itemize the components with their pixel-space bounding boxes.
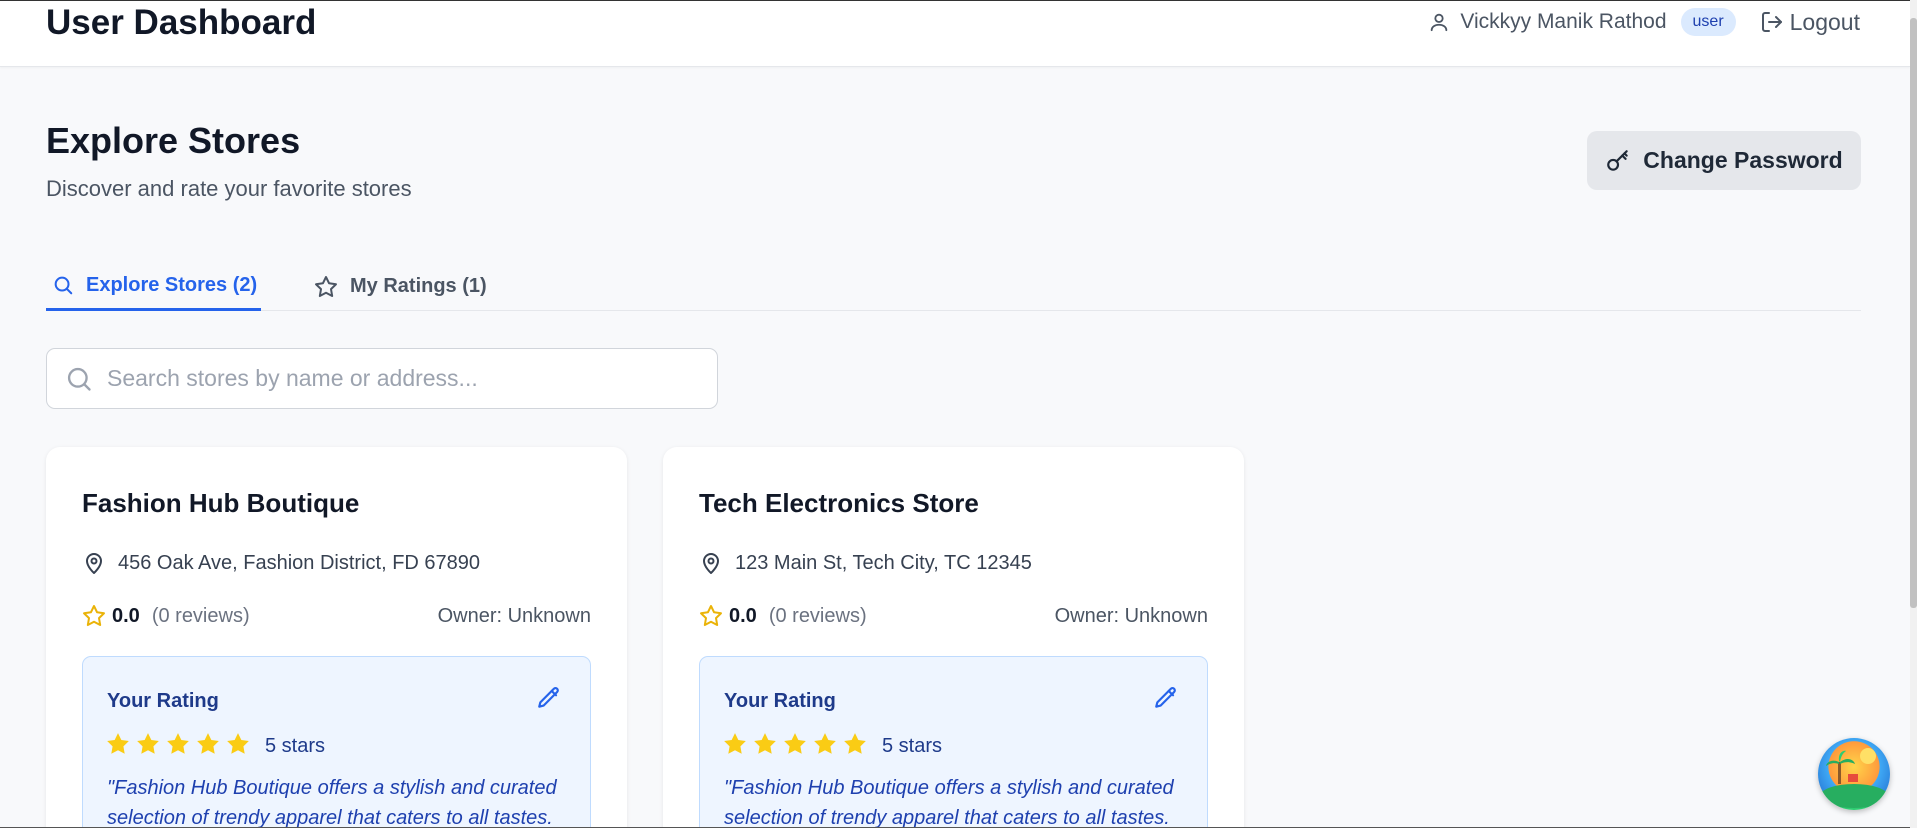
logout-button[interactable]: Logout	[1760, 9, 1860, 36]
search-icon	[52, 274, 74, 296]
map-pin-icon	[82, 551, 106, 575]
star-filled-icon	[225, 731, 251, 762]
tab-ratings-label: My Ratings (1)	[350, 275, 487, 297]
logout-icon	[1760, 10, 1784, 34]
your-rating-box: Your Rating 5 stars "Fashion Hub Boutiqu…	[699, 656, 1208, 828]
tab-explore-stores[interactable]: Explore Stores (2)	[46, 262, 261, 311]
average-rating-row: 0.0 (0 reviews) Owner: Unknown	[699, 604, 1208, 628]
pencil-icon	[1153, 685, 1179, 711]
store-card[interactable]: Fashion Hub Boutique 456 Oak Ave, Fashio…	[46, 447, 627, 828]
store-address: 123 Main St, Tech City, TC 12345	[699, 551, 1032, 575]
tab-explore-label: Explore Stores (2)	[86, 273, 258, 296]
your-rating-label: Your Rating	[107, 690, 219, 712]
change-password-button[interactable]: Change Password	[1587, 131, 1861, 190]
your-rating-box: Your Rating 5 stars "Fashion Hub Boutiqu…	[82, 656, 591, 828]
change-password-label: Change Password	[1643, 147, 1843, 173]
page-title: Explore Stores	[46, 120, 301, 161]
store-address: 456 Oak Ave, Fashion District, FD 67890	[82, 551, 480, 575]
review-text: "Fashion Hub Boutique offers a stylish a…	[724, 777, 1174, 828]
role-badge: user	[1680, 8, 1736, 36]
map-pin-icon	[699, 551, 723, 575]
store-name: Tech Electronics Store	[699, 488, 979, 518]
star-outline-icon	[82, 604, 106, 628]
star-filled-icon	[752, 731, 778, 762]
edit-rating-button[interactable]	[536, 685, 562, 711]
top-header: User Dashboard Vickkyy Manik Rathod user…	[0, 0, 1910, 67]
store-address-text: 456 Oak Ave, Fashion District, FD 67890	[118, 551, 481, 574]
user-icon	[1428, 11, 1450, 33]
app-title: User Dashboard	[46, 3, 317, 42]
your-rating-label: Your Rating	[724, 690, 836, 712]
average-rating: 0.0	[729, 604, 757, 627]
tab-my-ratings[interactable]: My Ratings (1)	[314, 262, 487, 311]
search-icon	[65, 365, 93, 393]
review-count: (0 reviews)	[151, 604, 250, 627]
review-count: (0 reviews)	[768, 604, 867, 627]
star-outline-icon	[314, 275, 338, 299]
star-filled-icon	[105, 731, 131, 762]
store-card[interactable]: Tech Electronics Store 123 Main St, Tech…	[663, 447, 1244, 828]
search-input[interactable]	[107, 365, 667, 392]
beach-scene-icon	[1820, 748, 1888, 808]
review-text: "Fashion Hub Boutique offers a stylish a…	[107, 777, 557, 828]
star-filled-icon	[722, 731, 748, 762]
tab-bar: Explore Stores (2) My Ratings (1)	[46, 262, 1861, 311]
user-rating-text: 5 stars	[265, 735, 326, 757]
store-address-text: 123 Main St, Tech City, TC 12345	[735, 551, 1032, 574]
star-filled-icon	[135, 731, 161, 762]
star-filled-icon	[842, 731, 868, 762]
app-window: User Dashboard Vickkyy Manik Rathod user…	[0, 0, 1917, 828]
floating-assistant-avatar[interactable]	[1818, 738, 1890, 810]
star-filled-icon	[812, 731, 838, 762]
user-name: Vickkyy Manik Rathod	[1460, 10, 1667, 33]
user-area: Vickkyy Manik Rathod user Logout	[1428, 5, 1860, 39]
store-owner: Owner: Unknown	[437, 604, 591, 627]
page-subtitle: Discover and rate your favorite stores	[46, 176, 412, 201]
star-filled-icon	[782, 731, 808, 762]
average-rating: 0.0	[112, 604, 140, 627]
edit-rating-button[interactable]	[1153, 685, 1179, 711]
star-outline-icon	[699, 604, 723, 628]
logout-label: Logout	[1789, 8, 1860, 35]
star-filled-icon	[165, 731, 191, 762]
scrollbar-thumb[interactable]	[1910, 18, 1917, 608]
key-icon	[1605, 148, 1631, 174]
average-rating-row: 0.0 (0 reviews) Owner: Unknown	[82, 604, 591, 628]
user-rating-text: 5 stars	[882, 735, 943, 757]
pencil-icon	[536, 685, 562, 711]
star-filled-icon	[195, 731, 221, 762]
user-rating-stars: 5 stars	[105, 731, 325, 762]
store-owner: Owner: Unknown	[1054, 604, 1208, 627]
search-box	[46, 348, 718, 409]
user-rating-stars: 5 stars	[722, 731, 942, 762]
store-name: Fashion Hub Boutique	[82, 488, 360, 518]
